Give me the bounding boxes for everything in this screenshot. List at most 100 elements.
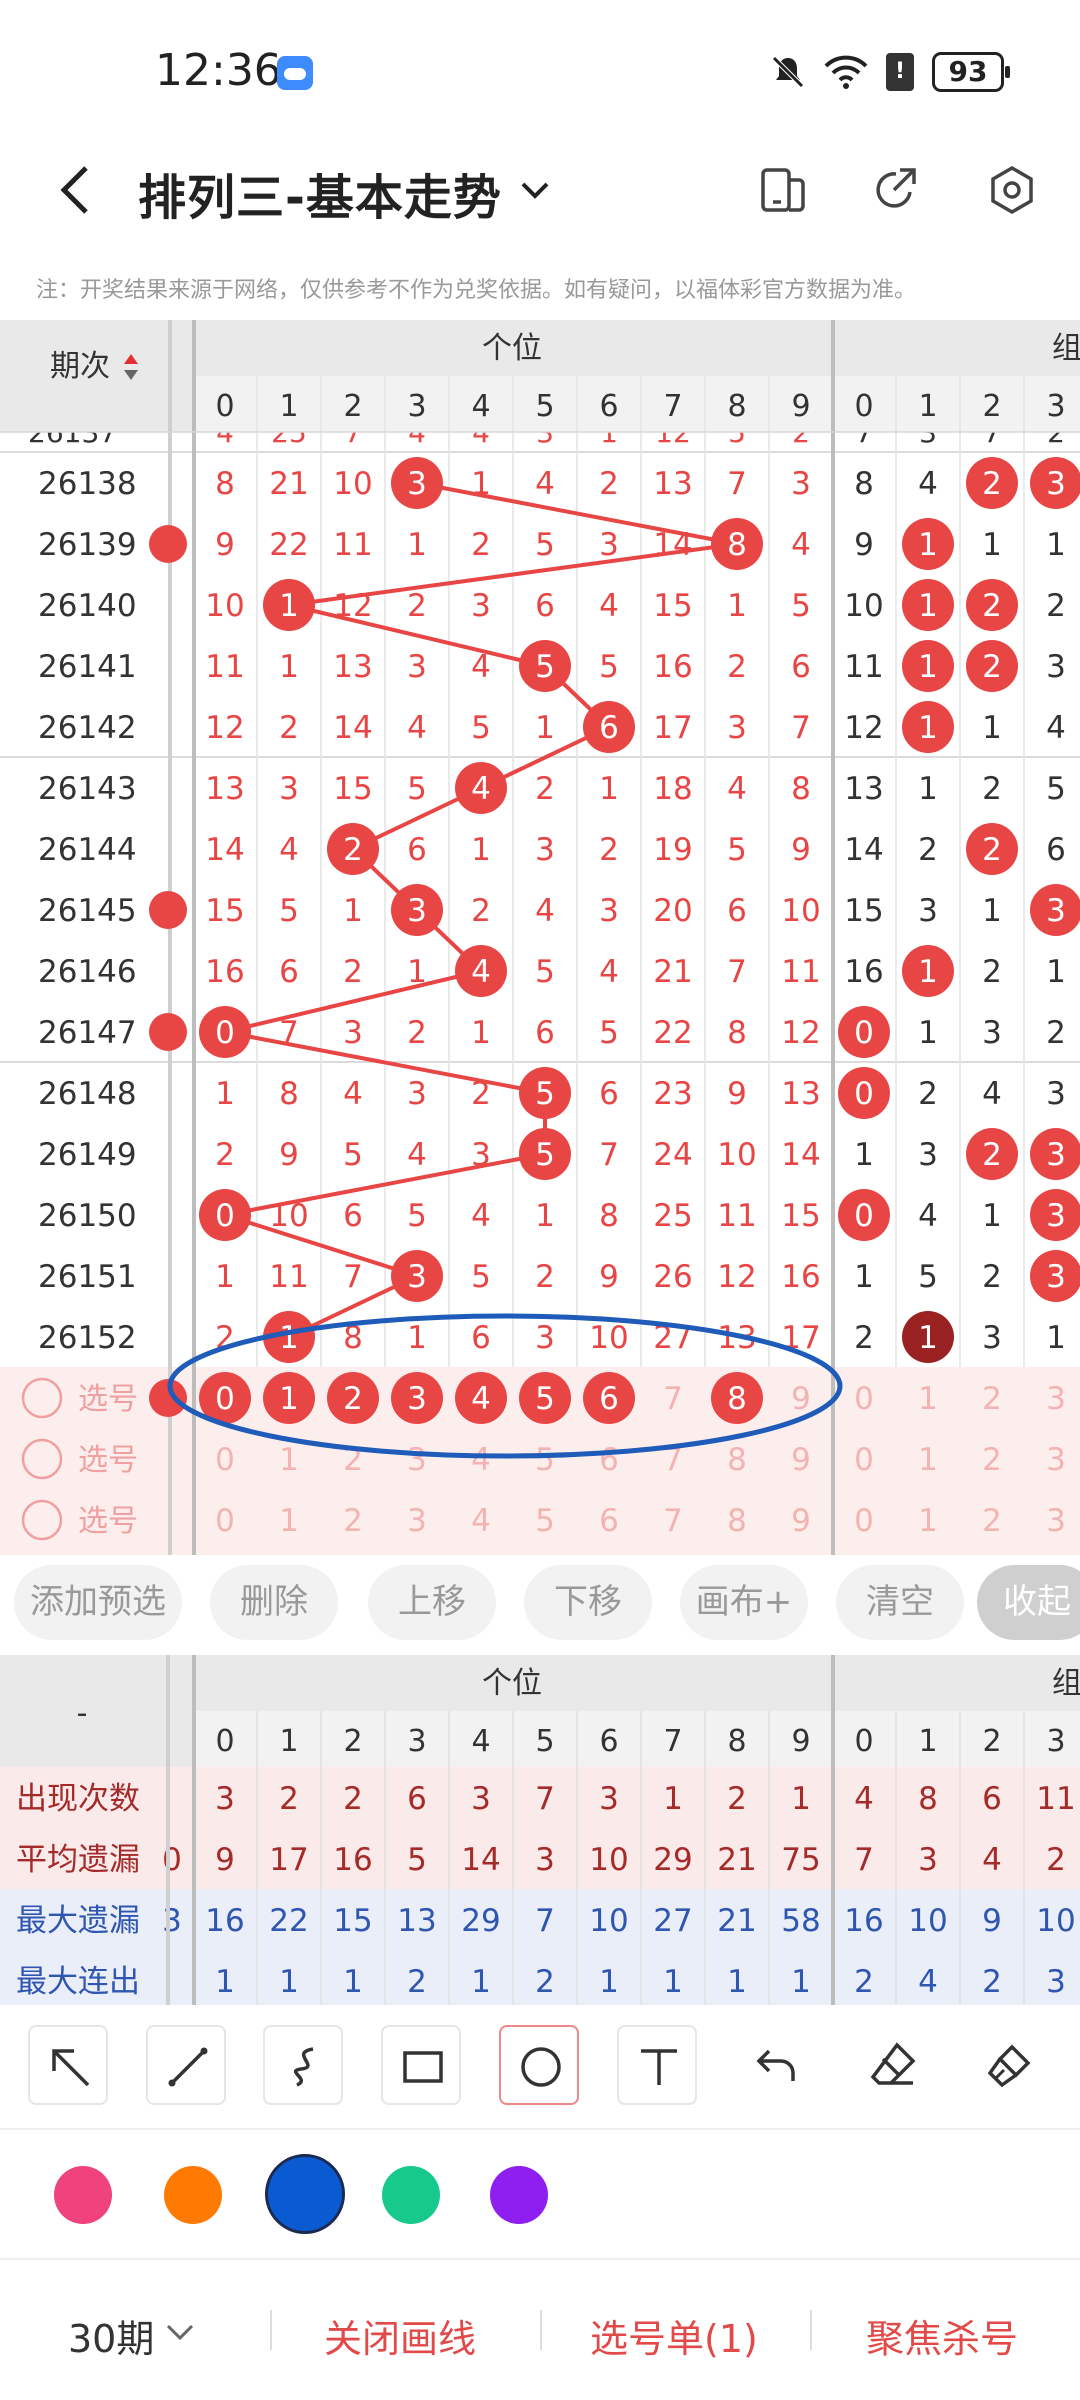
close-lines-button[interactable]: 关闭画线 (324, 2308, 476, 2363)
hit-number: 0 (854, 1198, 874, 1234)
select-option[interactable]: 8 (727, 1503, 747, 1539)
select-option[interactable]: 3 (1046, 1442, 1066, 1478)
select-option[interactable]: 0 (854, 1442, 874, 1478)
select-option[interactable]: 9 (791, 1442, 811, 1478)
color-swatch[interactable] (490, 2166, 548, 2224)
clear-brush-icon[interactable] (970, 2025, 1050, 2105)
action-button[interactable]: 上移 (368, 1565, 496, 1640)
select-option[interactable]: 6 (599, 1442, 619, 1478)
selected-number[interactable]: 0 (215, 1381, 235, 1417)
action-button[interactable]: 下移 (524, 1565, 652, 1640)
color-swatch[interactable] (265, 2154, 345, 2234)
miss-cell: 6 (535, 1015, 555, 1051)
select-option[interactable]: 0 (854, 1503, 874, 1539)
select-option[interactable]: 2 (982, 1381, 1002, 1417)
miss-cell: 4 (343, 1076, 363, 1112)
line-tool-icon[interactable] (146, 2025, 226, 2105)
action-button[interactable]: 收起 (977, 1565, 1080, 1640)
miss-cell: 16 (205, 954, 244, 990)
miss-cell: 2 (535, 771, 555, 807)
undo-icon[interactable] (737, 2025, 817, 2105)
select-option[interactable]: 3 (407, 1503, 427, 1539)
stats-partial: 0 (162, 1842, 182, 1878)
select-option[interactable]: 1 (918, 1381, 938, 1417)
select-option[interactable]: 5 (535, 1442, 555, 1478)
digit-header: 3 (1046, 1724, 1065, 1759)
curve-tool-icon[interactable] (263, 2025, 343, 2105)
select-option[interactable]: 8 (727, 1442, 747, 1478)
hit-number: 1 (918, 954, 938, 990)
select-option[interactable]: 0 (854, 1381, 874, 1417)
action-button[interactable]: 画布+ (680, 1565, 808, 1640)
text-tool-icon[interactable] (617, 2025, 697, 2105)
circle-tool-icon[interactable] (499, 2025, 579, 2105)
rectangle-tool-icon[interactable] (381, 2025, 461, 2105)
miss-cell: 10 (589, 1320, 628, 1356)
stats-row-label: 最大连出 (16, 1964, 140, 2000)
miss-cell: 2 (854, 1320, 874, 1356)
trend-chart-canvas[interactable]: 期次个位组01234567890123261374257443112527372… (0, 320, 1080, 1555)
chevron-down-icon[interactable] (515, 170, 555, 210)
selected-number[interactable]: 6 (599, 1381, 619, 1417)
select-option[interactable]: 4 (471, 1442, 491, 1478)
select-option[interactable]: 1 (918, 1442, 938, 1478)
stats-cell: 8 (918, 1781, 938, 1817)
eraser-icon[interactable] (853, 2025, 933, 2105)
back-icon[interactable] (50, 160, 100, 220)
period-select[interactable]: 30期 (68, 2308, 154, 2363)
miss-cell: 5 (407, 1198, 427, 1234)
select-option[interactable]: 0 (215, 1503, 235, 1539)
selected-number[interactable]: 3 (407, 1381, 427, 1417)
action-button[interactable]: 添加预选 (14, 1565, 182, 1640)
select-option[interactable]: 1 (279, 1442, 299, 1478)
selected-number[interactable]: 1 (279, 1381, 299, 1417)
select-option[interactable]: 3 (1046, 1503, 1066, 1539)
hit-number: 3 (1046, 1198, 1066, 1234)
selected-number[interactable]: 4 (471, 1381, 491, 1417)
selected-number[interactable]: 2 (343, 1381, 363, 1417)
color-swatch[interactable] (164, 2166, 222, 2224)
arrow-tool-icon[interactable] (28, 2025, 108, 2105)
action-button[interactable]: 清空 (836, 1565, 964, 1640)
select-option[interactable]: 0 (215, 1442, 235, 1478)
select-option[interactable]: 1 (279, 1503, 299, 1539)
miss-cell: 12 (844, 710, 883, 746)
select-option[interactable]: 1 (918, 1503, 938, 1539)
app-header: 排列三-基本走势 (0, 140, 1080, 240)
stats-cell: 17 (269, 1842, 308, 1878)
miss-cell: 9 (279, 1137, 299, 1173)
miss-cell: 23 (653, 1076, 692, 1112)
stats-cell: 1 (663, 1781, 683, 1817)
share-icon[interactable] (868, 162, 924, 218)
color-swatch[interactable] (382, 2166, 440, 2224)
pick-list-button[interactable]: 选号单(1) (590, 2308, 758, 2363)
select-option[interactable]: 9 (791, 1381, 811, 1417)
color-swatch[interactable] (54, 2166, 112, 2224)
select-option[interactable]: 7 (663, 1381, 683, 1417)
select-option[interactable]: 7 (663, 1503, 683, 1539)
trend-chart[interactable]: 期次个位组01234567890123261374257443112527372… (0, 320, 1080, 1555)
select-option[interactable]: 4 (471, 1503, 491, 1539)
chevron-down-icon[interactable] (163, 2320, 197, 2346)
page-title[interactable]: 排列三-基本走势 (138, 158, 502, 228)
select-option[interactable]: 2 (343, 1503, 363, 1539)
miss-cell: 7 (343, 1259, 363, 1295)
select-option[interactable]: 2 (982, 1442, 1002, 1478)
miss-cell: 13 (205, 771, 244, 807)
select-option[interactable]: 2 (982, 1503, 1002, 1539)
settings-icon[interactable] (984, 162, 1040, 218)
select-option[interactable]: 3 (407, 1442, 427, 1478)
period-header[interactable]: 期次 (50, 349, 110, 384)
focus-kill-button[interactable]: 聚焦杀号 (866, 2308, 1018, 2363)
layout-icon[interactable] (755, 162, 811, 218)
action-button[interactable]: 删除 (210, 1565, 338, 1640)
select-option[interactable]: 9 (791, 1503, 811, 1539)
selected-number[interactable]: 8 (727, 1381, 747, 1417)
stats-table: - 个位组 0 1 2 3 4 5 6 7 8 9 0 1 2 3 出现次数 3 2 2 6 3 7 3 1 2 1 4 8 6 11 平均遗… (0, 1655, 1080, 2005)
miss-cell: 2 (599, 466, 619, 502)
select-option[interactable]: 6 (599, 1503, 619, 1539)
selected-number[interactable]: 5 (535, 1381, 555, 1417)
select-option[interactable]: 5 (535, 1503, 555, 1539)
stats-cell: 3 (215, 1781, 235, 1817)
select-option[interactable]: 3 (1046, 1381, 1066, 1417)
